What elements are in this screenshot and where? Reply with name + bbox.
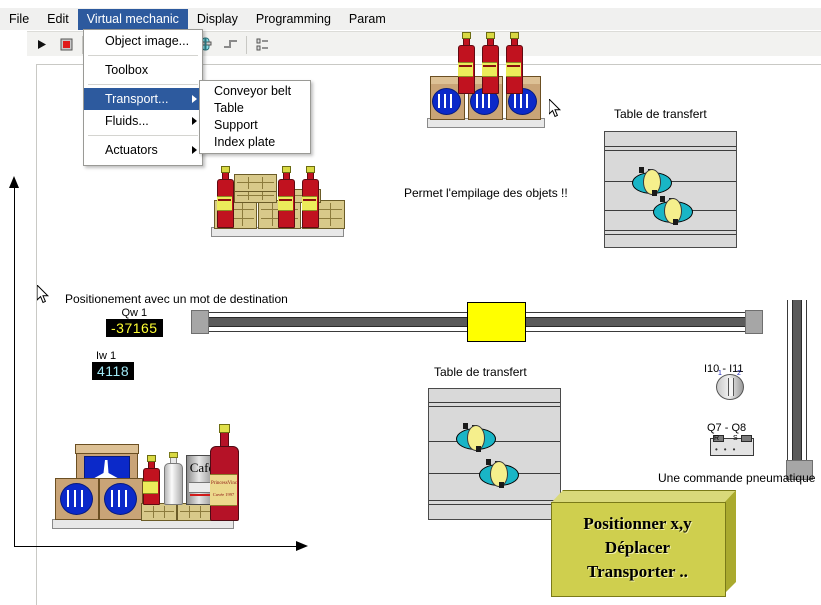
transfer-puck[interactable]	[630, 167, 672, 196]
stop-icon[interactable]	[55, 33, 78, 56]
bottle[interactable]	[142, 455, 160, 505]
menu-display[interactable]: Display	[188, 9, 247, 30]
rail-end-right	[745, 310, 763, 334]
menu-item-fluids-label: Fluids...	[105, 114, 149, 128]
menu-virtual-mechanic[interactable]: Virtual mechanic	[77, 8, 188, 30]
valve-label: Q7 - Q8	[707, 422, 747, 434]
submenu-item-conveyor-belt[interactable]: Conveyor belt	[200, 83, 310, 100]
menu-item-transport-label: Transport...	[105, 92, 169, 106]
transfer-table-bottom[interactable]	[428, 388, 561, 520]
wine-bottle-sublabel: Cuvée 1997	[212, 492, 235, 497]
chevron-right-icon	[192, 95, 197, 103]
rotary-switch-icon[interactable]	[716, 374, 744, 400]
callout-line-1: Positionner x,y	[583, 514, 692, 533]
y-axis-arrow	[9, 176, 19, 188]
value-display-qw1-value: -37165	[106, 319, 163, 337]
transfer-puck[interactable]	[651, 196, 693, 225]
submenu-item-table[interactable]: Table	[200, 100, 310, 117]
bottle[interactable]	[481, 32, 499, 94]
menu-file[interactable]: File	[0, 9, 38, 30]
positioning-note-label: Positionement avec un mot de destination	[65, 292, 288, 306]
valve-port-label-s: S	[733, 435, 738, 442]
valve-port-label-r: R	[714, 435, 720, 442]
menu-item-transport[interactable]: Transport...	[84, 88, 202, 110]
menu-edit[interactable]: Edit	[38, 9, 78, 30]
pneumatic-note-label: Une commande pneumatique	[658, 471, 816, 485]
menu-separator	[88, 55, 198, 56]
submenu-item-index-plate[interactable]: Index plate	[200, 134, 310, 151]
vertical-rail-core	[792, 300, 802, 460]
wine-bottle[interactable]: PrincessVinc Cuvée 1997	[209, 424, 239, 521]
corner-icon[interactable]	[219, 33, 242, 56]
virtual-mechanic-dropdown[interactable]: Object image... Toolbox Transport... Flu…	[83, 29, 203, 166]
list-icon[interactable]	[251, 33, 274, 56]
bottle[interactable]	[277, 166, 295, 228]
valve-dots: •••	[715, 445, 742, 454]
cutlery-disc-icon	[432, 88, 461, 115]
valve-port-s	[741, 435, 752, 442]
menu-item-toolbox[interactable]: Toolbox	[84, 59, 202, 81]
airplane-crate-top	[75, 444, 139, 454]
rail-carriage[interactable]	[467, 302, 526, 342]
transfer-puck[interactable]	[454, 423, 496, 452]
milk-bottle[interactable]	[163, 452, 183, 505]
transfer-table-top[interactable]	[604, 131, 737, 248]
rotary-switch-slot	[728, 378, 734, 396]
wine-bottle-label: PrincessVinc	[211, 481, 238, 486]
crate[interactable]	[234, 174, 277, 192]
menu-bar: File Edit Virtual mechanic Display Progr…	[0, 8, 821, 30]
transfer-table-bottom-label: Table de transfert	[434, 365, 527, 379]
transfer-table-top-label: Table de transfert	[614, 107, 707, 121]
x-axis-line	[14, 546, 298, 547]
menu-item-object-image[interactable]: Object image...	[84, 30, 202, 52]
chevron-right-icon	[192, 117, 197, 125]
crate[interactable]	[141, 503, 177, 521]
chevron-right-icon	[192, 146, 197, 154]
callout-line-2: Déplacer	[604, 538, 671, 557]
value-display-iw1-value: 4118	[92, 362, 135, 380]
mouse-cursor	[37, 285, 50, 304]
x-axis-arrow	[296, 541, 308, 551]
submenu-item-support[interactable]: Support	[200, 117, 310, 134]
callout-box[interactable]: Positionner x,y Déplacer Transporter ..	[551, 490, 736, 597]
value-display-iw1-caption: Iw 1	[96, 350, 117, 362]
bottle[interactable]	[505, 32, 523, 94]
menu-separator	[88, 135, 198, 136]
stacking-note-label: Permet l'empilage des objets !!	[404, 186, 568, 200]
value-display-qw1-caption: Qw 1	[121, 307, 148, 319]
value-display-iw1[interactable]: Iw 1 4118	[92, 350, 135, 380]
crate[interactable]	[177, 503, 213, 521]
cutlery-disc-icon	[60, 483, 93, 515]
value-display-qw1[interactable]: Qw 1 -37165	[106, 307, 163, 337]
callout-line-3: Transporter ..	[587, 562, 688, 581]
menu-param[interactable]: Param	[340, 9, 395, 30]
menu-separator	[88, 84, 198, 85]
run-icon[interactable]	[30, 33, 53, 56]
bottle[interactable]	[216, 166, 234, 228]
callout-text: Positionner x,y Déplacer Transporter ..	[551, 512, 724, 584]
menu-programming[interactable]: Programming	[247, 9, 340, 30]
cutlery-disc-icon	[104, 483, 137, 515]
bottle[interactable]	[457, 32, 475, 94]
transfer-puck[interactable]	[477, 459, 519, 488]
vertical-axis-rail[interactable]	[786, 300, 813, 480]
linear-axis-rail[interactable]	[191, 302, 763, 342]
menu-item-actuators-label: Actuators	[105, 143, 158, 157]
rail-end-left	[191, 310, 209, 334]
mouse-cursor	[549, 99, 562, 118]
y-axis-line	[14, 186, 15, 547]
toolbar-separator	[246, 35, 247, 54]
transport-submenu[interactable]: Conveyor belt Table Support Index plate	[199, 80, 311, 154]
menu-item-fluids[interactable]: Fluids...	[84, 110, 202, 132]
menu-item-actuators[interactable]: Actuators	[84, 139, 202, 161]
bottle[interactable]	[301, 166, 319, 228]
